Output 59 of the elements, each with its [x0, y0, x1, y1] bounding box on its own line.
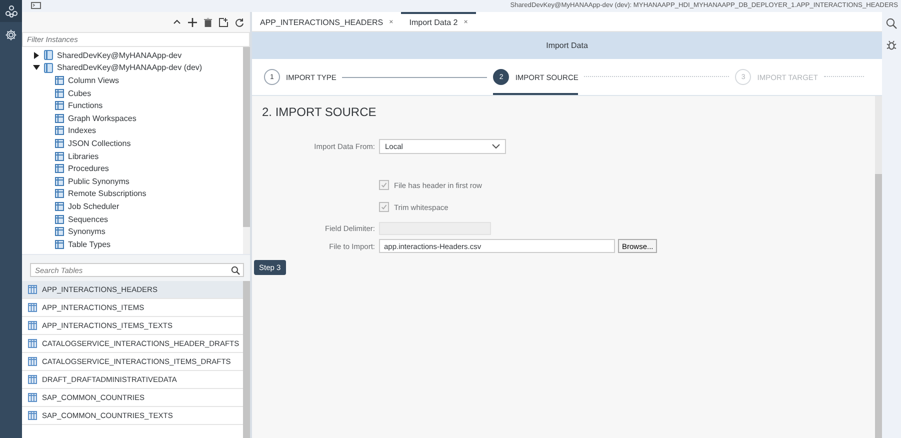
- tree-item[interactable]: JSON Collections: [68, 138, 131, 148]
- folder-icon: [55, 227, 64, 236]
- tree-item[interactable]: Synonyms: [68, 227, 106, 236]
- folder-icon: [55, 76, 64, 85]
- table-icon: [28, 303, 37, 312]
- tree-item[interactable]: Functions: [68, 101, 103, 110]
- wizard-title: Import Data: [546, 41, 588, 50]
- table-icon: [28, 357, 37, 366]
- tree-item[interactable]: Sequences: [68, 214, 108, 224]
- folder-icon: [55, 202, 64, 211]
- scrollbar[interactable]: [243, 281, 250, 438]
- console-icon[interactable]: [31, 2, 41, 9]
- add-window-icon[interactable]: [219, 18, 228, 26]
- tree-item[interactable]: SharedDevKey@MyHANAApp-dev (dev): [57, 63, 202, 72]
- expanded-arrow-icon[interactable]: [32, 65, 40, 70]
- tree-item[interactable]: Cubes: [68, 88, 92, 98]
- table-icon: [28, 321, 37, 330]
- tree-item[interactable]: Public Synonyms: [68, 176, 130, 186]
- folder-icon: [55, 152, 64, 161]
- folder-icon: [55, 114, 64, 123]
- search-icon[interactable]: [231, 266, 240, 274]
- tree-item[interactable]: Remote Subscriptions: [68, 189, 146, 198]
- table-icon: [28, 411, 37, 420]
- folder-icon: [55, 240, 64, 249]
- section-title: 2. IMPORT SOURCE: [262, 105, 378, 119]
- search-icon[interactable]: [886, 18, 897, 29]
- delete-icon[interactable]: [204, 18, 212, 26]
- database-icon: [44, 50, 53, 60]
- add-icon[interactable]: [188, 18, 197, 26]
- scrollbar[interactable]: [875, 96, 882, 438]
- table-icon: [28, 375, 37, 384]
- folder-icon: [55, 126, 64, 136]
- tree-item[interactable]: Procedures: [68, 164, 109, 174]
- database-icon: [44, 62, 53, 73]
- folder-icon: [55, 214, 64, 224]
- bug-icon[interactable]: [886, 40, 897, 51]
- folder-icon: [55, 138, 64, 148]
- chevron-down-icon: [492, 144, 500, 149]
- tree-item[interactable]: Table Types: [68, 240, 111, 249]
- table-icon: [28, 285, 37, 294]
- collapsed-arrow-icon[interactable]: [34, 52, 38, 59]
- tree-item[interactable]: Column Views: [68, 76, 119, 85]
- folder-icon: [55, 164, 64, 174]
- folder-icon: [55, 88, 64, 98]
- tree-item[interactable]: Indexes: [68, 126, 96, 136]
- tree-item[interactable]: Libraries: [68, 152, 99, 161]
- folder-icon: [55, 189, 64, 198]
- folder-icon: [55, 176, 64, 186]
- tree-item[interactable]: SharedDevKey@MyHANAApp-dev: [57, 50, 182, 60]
- tree-item[interactable]: Graph Workspaces: [68, 114, 136, 123]
- network-icon[interactable]: [4, 4, 18, 18]
- settings-icon[interactable]: [5, 29, 17, 41]
- collapse-icon[interactable]: [173, 18, 181, 26]
- folder-icon: [55, 101, 64, 110]
- refresh-icon[interactable]: [235, 18, 244, 26]
- table-icon: [28, 393, 37, 402]
- table-icon: [28, 339, 37, 348]
- tree-item[interactable]: Job Scheduler: [68, 202, 120, 211]
- scrollbar[interactable]: [243, 47, 250, 254]
